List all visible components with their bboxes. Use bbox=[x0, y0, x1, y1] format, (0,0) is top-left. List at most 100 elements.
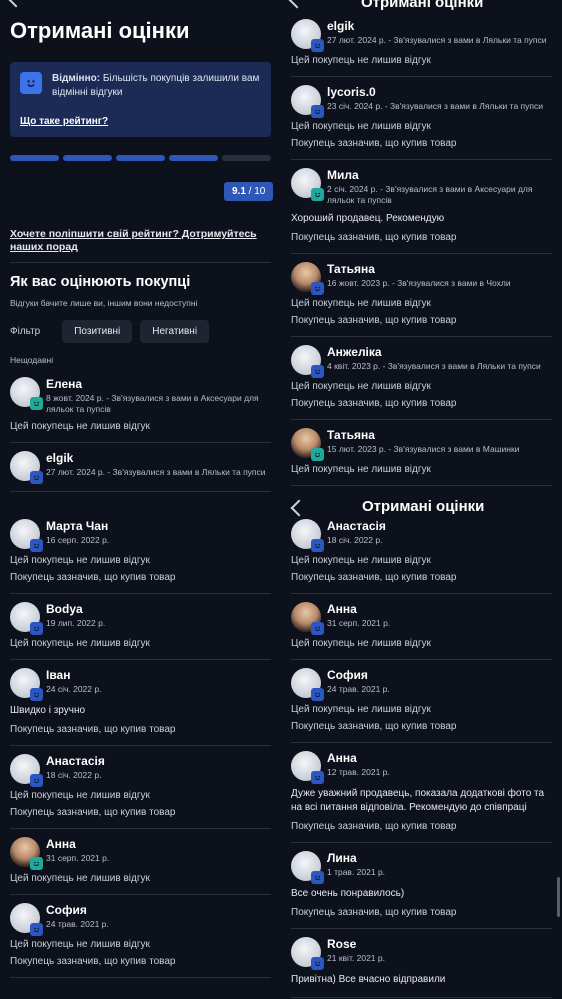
review-meta: 16 серп. 2022 р. bbox=[46, 535, 110, 545]
reviewer-name[interactable]: Анна bbox=[327, 751, 552, 765]
review-item[interactable]: Татьяна 15 лют. 2023 р. - Зв'язувалися з … bbox=[291, 420, 552, 486]
review-item[interactable]: София 24 трав. 2021 р. Цей покупець не лиш… bbox=[10, 895, 271, 978]
review-status-line: Цей покупець не лишив відгук bbox=[291, 121, 431, 132]
avatar[interactable] bbox=[291, 262, 324, 295]
review-status-line: Цей покупець не лишив відгук bbox=[10, 638, 150, 649]
review-item[interactable]: Анна 31 серп. 2021 р. Цей покупець не лиши… bbox=[291, 594, 552, 660]
avatar[interactable] bbox=[291, 668, 324, 701]
review-item[interactable]: Анна 31 серп. 2021 р. Цей покупець не лиши… bbox=[10, 829, 271, 895]
review-text: Привітна) Все вчасно відправили bbox=[291, 974, 446, 985]
reviewer-name[interactable]: Лина bbox=[327, 851, 552, 865]
avatar[interactable] bbox=[291, 85, 324, 118]
review-meta: 19 лип. 2022 р. bbox=[46, 618, 106, 628]
review-item[interactable]: Анастасія 18 січ. 2022 р. Цей покупець не … bbox=[10, 746, 271, 829]
filter-label: Фільтр bbox=[10, 326, 41, 337]
review-item[interactable]: lycoris.0 23 січ. 2024 р. - Зв'язувалися … bbox=[291, 77, 552, 160]
review-status-line: Цей покупець не лишив відгук bbox=[10, 555, 150, 566]
review-item[interactable]: Bodya 19 лип. 2022 р. Цей покупець не лиши… bbox=[10, 594, 271, 660]
review-item[interactable]: Анастасія 18 січ. 2022 р. Цей покупець не … bbox=[291, 511, 552, 594]
reviewer-name[interactable]: Іван bbox=[46, 668, 271, 682]
avatar[interactable] bbox=[10, 903, 43, 936]
review-status-line: Покупець зазначив, що купив товар bbox=[10, 807, 176, 818]
reviewer-name[interactable]: elgik bbox=[46, 451, 271, 465]
reviewer-name[interactable]: София bbox=[327, 668, 552, 682]
avatar[interactable] bbox=[291, 19, 324, 52]
reviewer-name[interactable]: Анастасія bbox=[46, 754, 271, 768]
avatar[interactable] bbox=[10, 602, 43, 635]
avatar[interactable] bbox=[291, 428, 324, 461]
review-item[interactable]: Марта Чан 16 серп. 2022 р. Цей покупець не… bbox=[10, 511, 271, 594]
review-item[interactable]: Анжеліка 4 квіт. 2023 р. - Зв'язувалися з… bbox=[291, 337, 552, 420]
filter-positive-button[interactable]: Позитивні bbox=[62, 320, 133, 343]
review-item[interactable]: София 24 трав. 2021 р. Цей покупець не лиш… bbox=[291, 660, 552, 743]
review-item[interactable]: Іван 24 січ. 2022 р. Швидко і зручно Покупе… bbox=[10, 660, 271, 746]
reviewer-name[interactable]: Анастасія bbox=[327, 519, 552, 533]
reviewer-name[interactable]: Bodya bbox=[46, 602, 271, 616]
avatar[interactable] bbox=[10, 837, 43, 870]
reviewer-name[interactable]: lycoris.0 bbox=[327, 85, 552, 99]
reviews-list: Марта Чан 16 серп. 2022 р. Цей покупець не… bbox=[10, 511, 271, 978]
smiley-badge-icon bbox=[311, 39, 324, 52]
filter-negative-button[interactable]: Негативні bbox=[140, 320, 210, 343]
review-meta: 27 лют. 2024 р. - Зв'язувалися з вами в … bbox=[46, 467, 266, 477]
review-item[interactable]: Елена 8 жовт. 2024 р. - Зв'язувалися з ва… bbox=[10, 369, 271, 443]
what-is-rating-link[interactable]: Що таке рейтинг? bbox=[20, 116, 261, 127]
avatar[interactable] bbox=[291, 168, 324, 201]
reviewer-name[interactable]: Татьяна bbox=[327, 428, 552, 442]
avatar[interactable] bbox=[10, 377, 43, 410]
review-status-line: Цей покупець не лишив відгук bbox=[291, 464, 431, 475]
reviewer-name[interactable]: Анна bbox=[327, 602, 552, 616]
panel-ratings-top-right: Отримані оцінки elgik 27 лют. 2024 р. - З… bbox=[281, 0, 562, 497]
avatar[interactable] bbox=[10, 668, 43, 701]
avatar[interactable] bbox=[291, 751, 324, 784]
avatar[interactable] bbox=[291, 851, 324, 884]
back-arrow-icon[interactable] bbox=[288, 0, 306, 11]
reviewer-name[interactable]: Rose bbox=[327, 937, 552, 951]
rating-segment bbox=[222, 155, 271, 161]
review-item[interactable]: Мила 2 січ. 2024 р. - Зв'язувалися з вами… bbox=[291, 160, 552, 254]
review-item[interactable]: Лина 1 трав. 2021 р. Все очень понравилось… bbox=[291, 843, 552, 929]
review-status-line: Покупець зазначив, що купив товар bbox=[291, 232, 457, 243]
smiley-badge-icon bbox=[311, 188, 324, 201]
reviewer-name[interactable]: Елена bbox=[46, 377, 271, 391]
avatar[interactable] bbox=[10, 519, 43, 552]
panel-ratings-top-left: Отримані оцінки Відмінно: Більшість поку… bbox=[0, 0, 281, 497]
review-item[interactable]: Татьяна 16 жовт. 2023 р. - Зв'язувалися з… bbox=[291, 254, 552, 337]
back-arrow-icon[interactable] bbox=[7, 0, 25, 10]
review-item[interactable]: Анна 12 трав. 2021 р. Дуже уважний продаве… bbox=[291, 743, 552, 843]
smiley-badge-icon bbox=[311, 622, 324, 635]
review-meta: 31 серп. 2021 р. bbox=[46, 853, 110, 863]
review-status-line: Покупець зазначив, що купив товар bbox=[291, 721, 457, 732]
rating-badge: 9.1 / 10 bbox=[224, 182, 274, 201]
improve-rating-link[interactable]: Хочете поліпшити свій рейтинг? Дотримуйт… bbox=[10, 228, 271, 254]
reviewer-name[interactable]: София bbox=[46, 903, 271, 917]
rating-segment bbox=[63, 155, 112, 161]
avatar[interactable] bbox=[291, 345, 324, 378]
reviewer-name[interactable]: Мила bbox=[327, 168, 552, 182]
reviewer-name[interactable]: Анжеліка bbox=[327, 345, 552, 359]
review-item[interactable]: Rose 21 квіт. 2021 р. Привітна) Все вчасно… bbox=[291, 929, 552, 998]
avatar[interactable] bbox=[291, 937, 324, 970]
review-item[interactable]: elgik 27 лют. 2024 р. - Зв'язувалися з ва… bbox=[10, 443, 271, 492]
review-meta: 31 серп. 2021 р. bbox=[327, 618, 391, 628]
recent-label: Нещодавні bbox=[10, 355, 54, 365]
smiley-badge-icon bbox=[311, 771, 324, 784]
smiley-badge-icon bbox=[311, 448, 324, 461]
review-status-line: Покупець зазначив, що купив товар bbox=[291, 821, 457, 832]
avatar[interactable] bbox=[291, 519, 324, 552]
scrollbar[interactable] bbox=[557, 877, 560, 917]
review-status-line: Цей покупець не лишив відгук bbox=[10, 790, 150, 801]
review-meta: 23 січ. 2024 р. - Зв'язувалися з вами в … bbox=[327, 101, 543, 111]
reviewer-name[interactable]: Марта Чан bbox=[46, 519, 271, 533]
review-item[interactable]: elgik 27 лют. 2024 р. - Зв'язувалися з ва… bbox=[291, 11, 552, 77]
reviewer-name[interactable]: Татьяна bbox=[327, 262, 552, 276]
avatar[interactable] bbox=[10, 451, 43, 484]
review-status-line: Покупець зазначив, що купив товар bbox=[10, 724, 176, 735]
avatar[interactable] bbox=[10, 754, 43, 787]
review-text: Дуже уважний продавець, показала додатко… bbox=[291, 788, 545, 813]
review-status-line: Цей покупець не лишив відгук bbox=[291, 555, 431, 566]
review-status-line: Покупець зазначив, що купив товар bbox=[10, 956, 176, 967]
avatar[interactable] bbox=[291, 602, 324, 635]
reviewer-name[interactable]: Анна bbox=[46, 837, 271, 851]
reviewer-name[interactable]: elgik bbox=[327, 19, 552, 33]
